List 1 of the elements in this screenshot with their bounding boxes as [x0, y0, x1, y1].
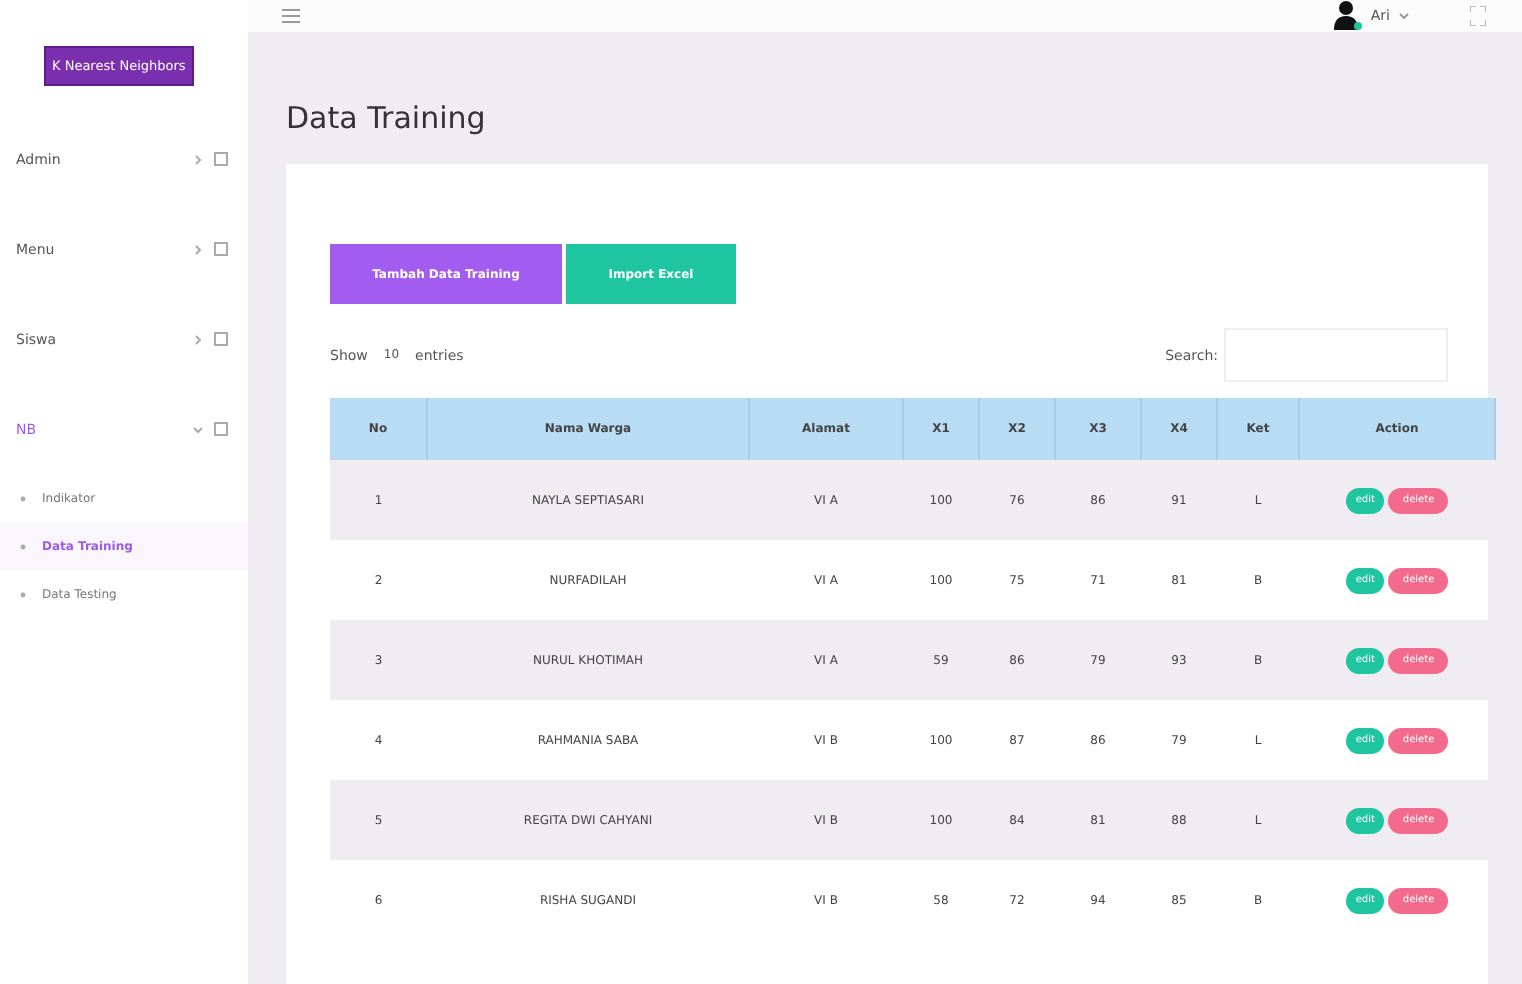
page-title: Data Training — [286, 100, 488, 136]
